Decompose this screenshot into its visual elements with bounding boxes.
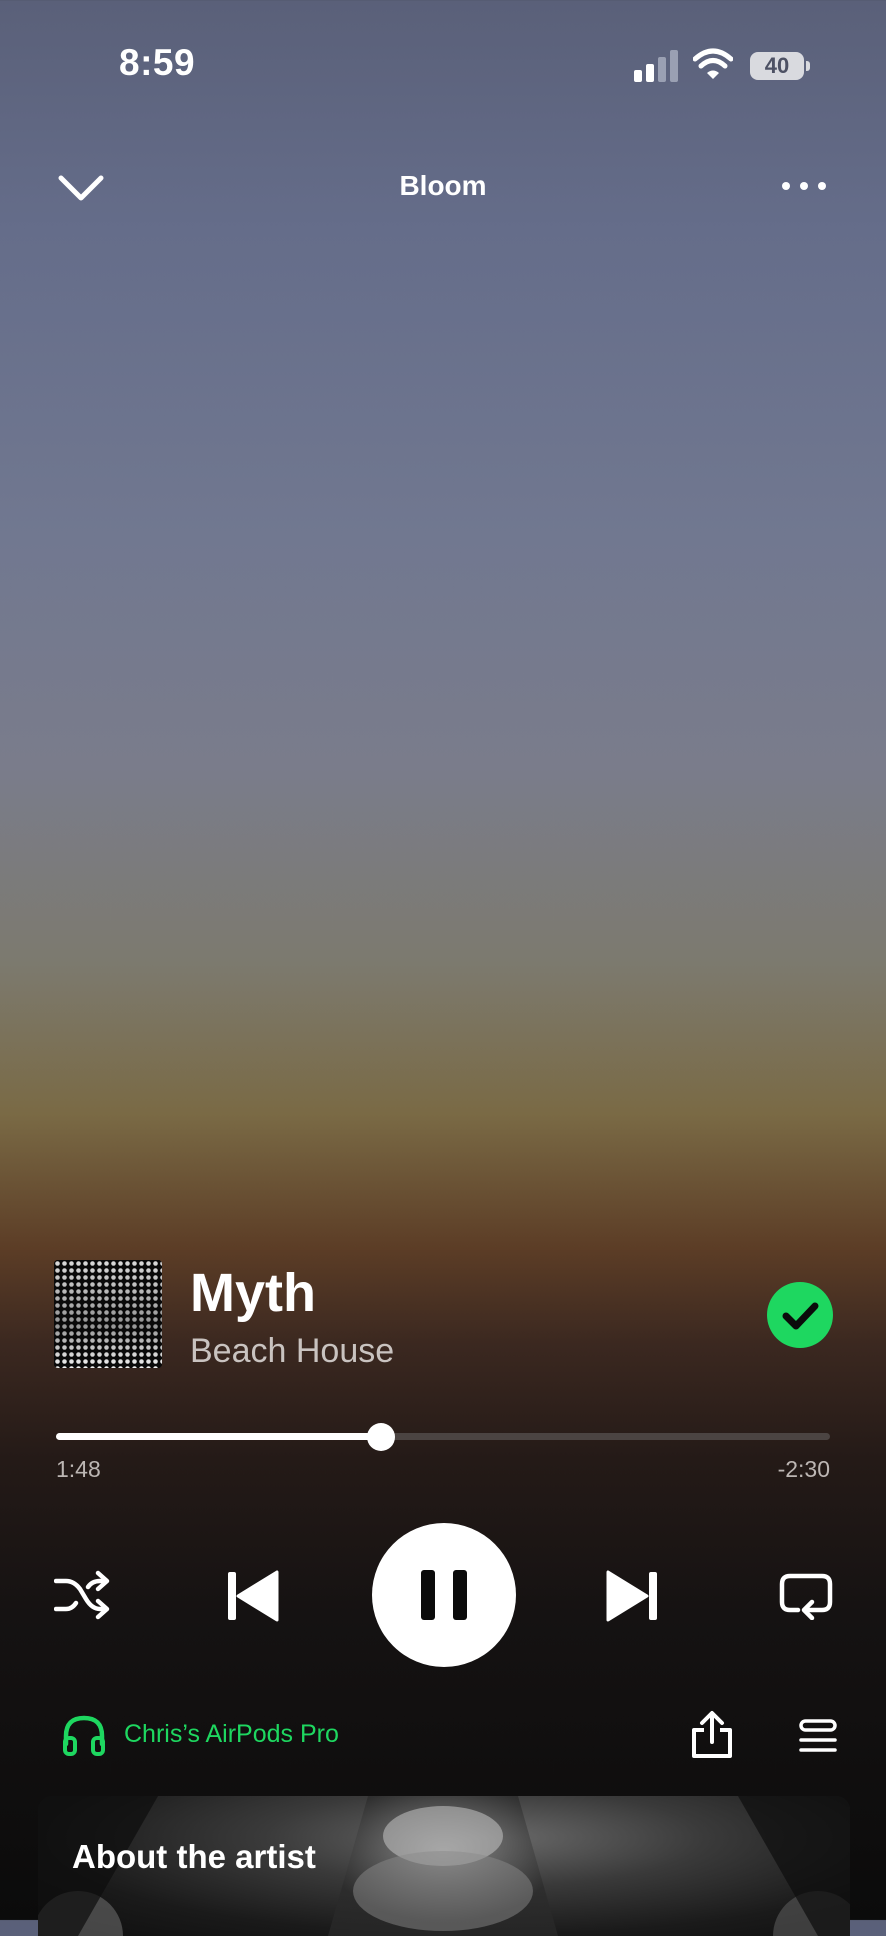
device-label[interactable]: Chris’s AirPods Pro [124, 1720, 339, 1749]
battery-level: 40 [750, 52, 804, 80]
progress-fill [56, 1433, 381, 1440]
shuffle-icon[interactable] [54, 1569, 110, 1621]
progress-handle[interactable] [367, 1423, 395, 1451]
track-title[interactable]: Myth [190, 1262, 316, 1324]
battery-indicator: 40 [750, 52, 810, 80]
previous-icon[interactable] [225, 1568, 279, 1624]
album-art[interactable] [54, 1260, 162, 1368]
headphones-icon[interactable] [62, 1714, 106, 1756]
remaining-time: -2:30 [777, 1456, 830, 1482]
repeat-icon[interactable] [778, 1570, 834, 1620]
pause-button[interactable] [372, 1523, 516, 1667]
battery-cap [806, 61, 810, 71]
check-icon [782, 1302, 819, 1330]
header-title: Bloom [399, 170, 487, 201]
wifi-icon [693, 48, 733, 79]
album-art-pattern [54, 1260, 162, 1368]
more-icon[interactable] [780, 176, 828, 196]
liked-button[interactable] [767, 1282, 833, 1348]
pause-icon [421, 1570, 467, 1620]
elapsed-time: 1:48 [56, 1456, 101, 1482]
share-icon[interactable] [690, 1710, 734, 1760]
track-artist[interactable]: Beach House [190, 1332, 394, 1371]
about-artist-title: About the artist [72, 1838, 316, 1875]
next-icon[interactable] [606, 1568, 660, 1624]
cellular-signal-icon [634, 50, 678, 82]
status-time: 8:59 [119, 42, 196, 83]
queue-icon[interactable] [798, 1718, 838, 1754]
